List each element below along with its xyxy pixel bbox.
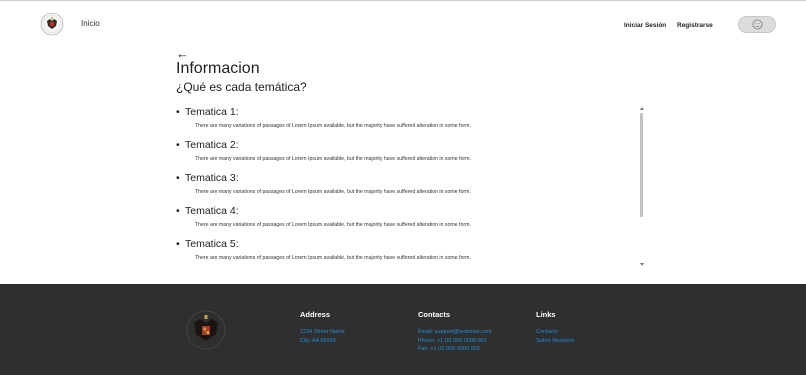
contact-phone: Phone: +1 (0) 000 0000 001 <box>418 337 487 344</box>
footer-links-column: Links Contacto Sobre Nosotros <box>536 310 574 345</box>
topic-description: There are many variations of passages of… <box>195 222 471 228</box>
topic-description: There are many variations of passages of… <box>195 255 471 261</box>
vertical-scrollbar[interactable] <box>639 107 645 267</box>
topic-description: There are many variations of passages of… <box>195 189 471 195</box>
contact-fax: Fax: +1 (0) 000 0000 002 <box>418 346 480 353</box>
footer-heading: Contacts <box>418 310 451 319</box>
topic-title: Tematica 1: <box>185 106 239 118</box>
site-header: Inicio Iniciar Sesión Registrarse <box>0 8 806 44</box>
list-item: • Tematica 4: There are many variations … <box>176 203 650 236</box>
bullet-icon: • <box>176 205 180 217</box>
back-arrow-icon[interactable]: ← <box>176 47 189 60</box>
contact-email-link[interactable]: Email: support@mobirise.com <box>418 328 491 337</box>
footer-link-contacto[interactable]: Contacto <box>536 328 574 337</box>
login-link[interactable]: Iniciar Sesión <box>624 22 666 29</box>
footer-heading: Address <box>300 310 331 319</box>
footer-address-column: Address 1234 Street Name City, AA 99999 <box>300 310 345 345</box>
user-menu-button[interactable] <box>738 16 776 33</box>
footer-link-sobre-nosotros[interactable]: Sobre Nosotros <box>536 337 574 346</box>
topic-title: Tematica 5: <box>185 238 239 250</box>
bullet-icon: • <box>176 172 180 184</box>
user-face-icon <box>752 19 763 30</box>
topic-title: Tematica 4: <box>185 205 239 217</box>
topic-title: Tematica 3: <box>185 172 239 184</box>
nav-home-link[interactable]: Inicio <box>81 19 100 28</box>
topic-description: There are many variations of passages of… <box>195 123 471 129</box>
topics-scroll-list[interactable]: • Tematica 1: There are many variations … <box>176 104 650 268</box>
scroll-up-arrow-icon[interactable] <box>640 107 644 110</box>
bullet-icon: • <box>176 139 180 151</box>
register-link[interactable]: Registrarse <box>677 22 713 29</box>
page-title: Informacion <box>176 60 260 77</box>
list-item: • Tematica 3: There are many variations … <box>176 170 650 203</box>
topic-title: Tematica 2: <box>185 139 239 151</box>
address-line: City, AA 99999 <box>300 337 336 344</box>
list-item: • Tematica 1: There are many variations … <box>176 104 650 137</box>
footer-heading: Links <box>536 310 556 319</box>
page-subtitle: ¿Qué es cada temática? <box>176 80 307 94</box>
top-divider <box>0 0 806 1</box>
site-footer: Address 1234 Street Name City, AA 99999 … <box>0 284 806 375</box>
topic-description: There are many variations of passages of… <box>195 156 471 162</box>
footer-contacts-column: Contacts Email: support@mobirise.com Pho… <box>418 310 491 354</box>
bullet-icon: • <box>176 106 180 118</box>
list-item: • Tematica 5: There are many variations … <box>176 236 650 268</box>
university-crest-icon[interactable] <box>40 12 64 36</box>
university-crest-icon <box>186 310 226 350</box>
bullet-icon: • <box>176 238 180 250</box>
scrollbar-thumb[interactable] <box>640 113 643 217</box>
address-line: 1234 Street Name <box>300 329 345 335</box>
list-item: • Tematica 2: There are many variations … <box>176 137 650 170</box>
scroll-down-arrow-icon[interactable] <box>640 263 644 266</box>
